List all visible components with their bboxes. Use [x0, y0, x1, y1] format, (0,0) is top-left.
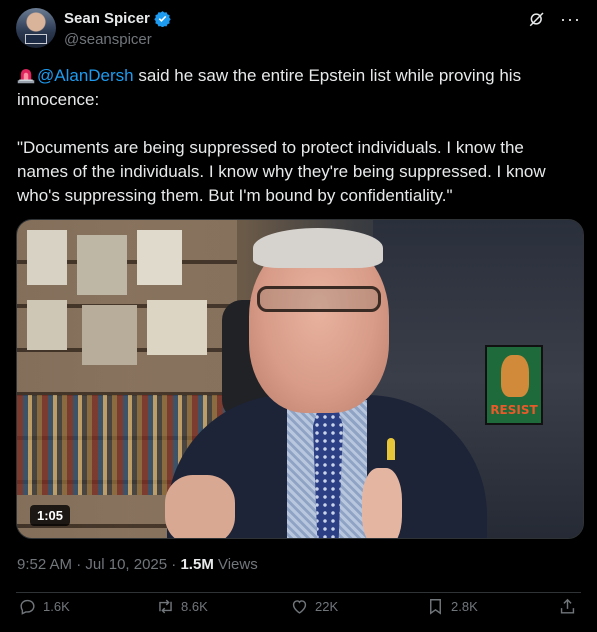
tweet-time[interactable]: 9:52 AM — [17, 556, 72, 573]
video-background-frames — [27, 230, 227, 390]
author-name[interactable]: Sean Spicer — [64, 10, 150, 27]
bookmark-count: 2.8K — [451, 598, 478, 614]
poster-face — [501, 355, 529, 397]
video-person-hand-right — [362, 468, 402, 538]
video-player[interactable]: RESIST — [16, 219, 584, 539]
reply-count: 1.6K — [43, 598, 70, 614]
avatar-podium — [25, 34, 47, 44]
repost-button[interactable]: 8.6K — [156, 597, 208, 616]
author-avatar[interactable] — [16, 8, 56, 48]
like-count: 22K — [315, 598, 339, 614]
repost-icon — [159, 599, 172, 613]
share-icon — [560, 598, 575, 614]
bookmark-icon — [430, 598, 441, 615]
tweet-quote-text: "Documents are being suppressed to prote… — [17, 138, 546, 205]
more-options-icon[interactable]: ··· — [560, 10, 581, 28]
like-button[interactable]: 22K — [290, 597, 338, 616]
mention-link[interactable]: @AlanDersh — [37, 66, 134, 85]
reply-button[interactable]: 1.6K — [18, 597, 70, 616]
video-person-hand-left — [165, 475, 235, 538]
tweet-text: @AlanDersh said he saw the entire Epstei… — [17, 64, 577, 208]
author-handle[interactable]: @seanspicer — [64, 31, 152, 48]
repost-count: 8.6K — [181, 598, 208, 614]
video-yellow-ribbon — [387, 438, 395, 460]
video-poster: RESIST — [485, 345, 543, 425]
poster-text: RESIST — [490, 403, 538, 417]
meta-separator: · — [72, 556, 86, 573]
share-button[interactable] — [558, 597, 577, 616]
tweet-metadata: 9:52 AM · Jul 10, 2025 · 1.5M Views — [17, 556, 258, 573]
video-person-hair — [253, 228, 383, 268]
author-name-row[interactable]: Sean Spicer — [64, 10, 171, 27]
meta-separator: · — [167, 556, 181, 573]
grok-icon[interactable] — [528, 10, 546, 28]
bookmark-button[interactable]: 2.8K — [426, 597, 478, 616]
rotating-light-emoji-icon — [17, 69, 35, 84]
video-duration-badge: 1:05 — [30, 505, 71, 526]
video-person-tie — [313, 405, 343, 538]
verified-badge-icon — [154, 11, 171, 27]
reply-icon — [20, 599, 35, 615]
action-bar-divider — [16, 592, 581, 593]
views-label: Views — [213, 556, 258, 573]
video-person-glasses — [257, 286, 381, 312]
tweet-date[interactable]: Jul 10, 2025 — [85, 556, 167, 573]
views-count: 1.5M — [180, 556, 214, 573]
heart-icon — [292, 599, 307, 614]
